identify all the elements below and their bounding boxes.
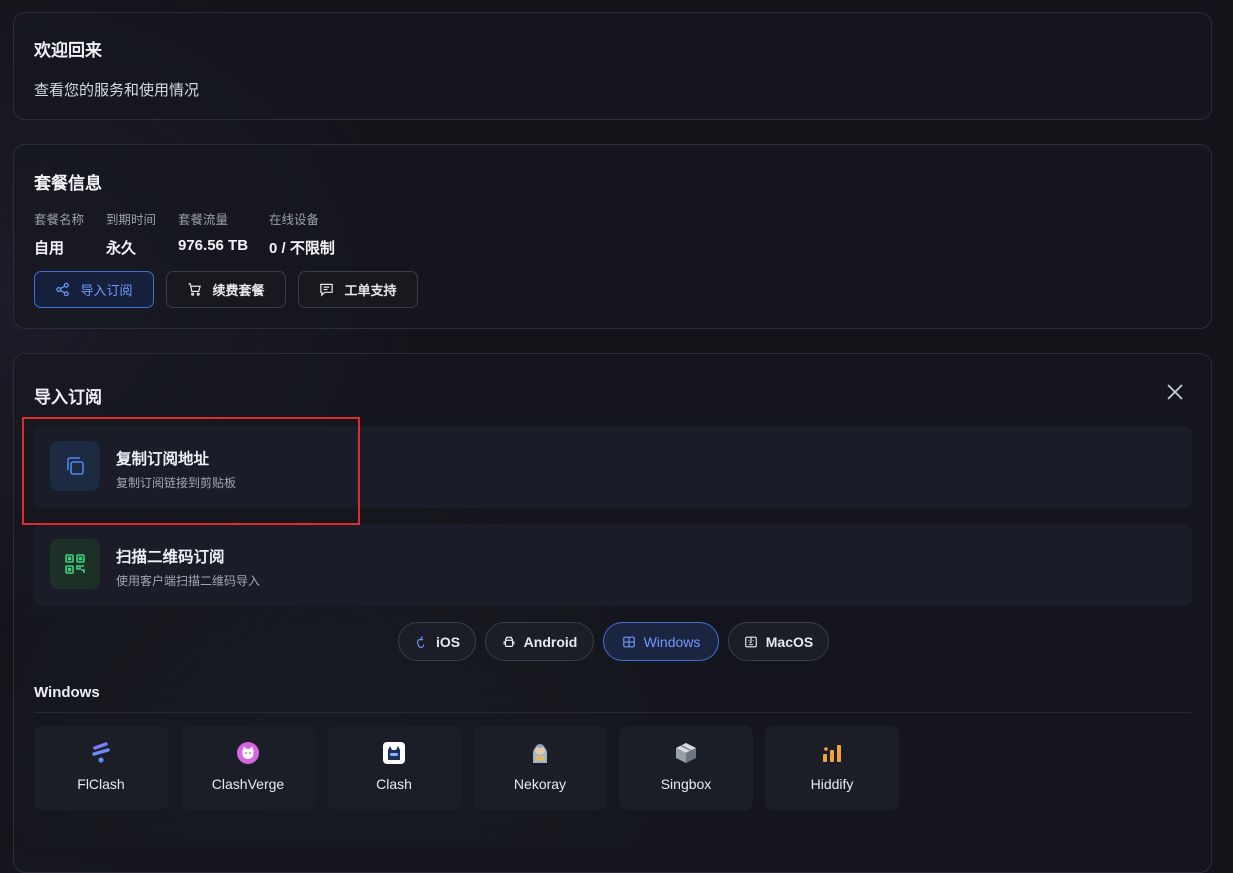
app-tile-nekoray[interactable]: Nekoray (473, 726, 607, 810)
welcome-subtitle: 查看您的服务和使用情况 (34, 82, 200, 99)
app-tile-hiddify[interactable]: Hiddify (765, 726, 899, 810)
pill-label: MacOS (765, 633, 814, 650)
app-tile-singbox[interactable]: Singbox (619, 726, 753, 810)
app-name: Nekoray (513, 776, 567, 792)
platform-section-label: Windows (34, 684, 100, 701)
app-tile-clashverge[interactable]: ClashVerge (181, 726, 315, 810)
welcome-card: 欢迎回来 查看您的服务和使用情况 (13, 12, 1212, 120)
welcome-title: 欢迎回来 (34, 41, 102, 60)
ticket-support-button[interactable]: 工单支持 (298, 271, 418, 308)
stat-label: 套餐流量 (178, 213, 229, 227)
singbox-icon (673, 740, 699, 766)
stat-value: 0 / 不限制 (269, 240, 335, 257)
stat-label: 到期时间 (106, 213, 157, 227)
button-label: 导入订阅 (80, 283, 133, 298)
stat-label: 在线设备 (269, 213, 320, 227)
clash-icon (381, 740, 407, 766)
flclash-icon (88, 740, 114, 766)
import-panel-title: 导入订阅 (34, 388, 102, 407)
qr-code-icon (50, 539, 100, 589)
hiddify-icon (819, 740, 845, 766)
pill-label: iOS (435, 633, 461, 650)
copy-icon (50, 441, 100, 491)
app-name: Singbox (660, 776, 712, 792)
plan-stat-expiry: 到期时间 永久 (106, 209, 156, 258)
option-description: 复制订阅链接到剪贴板 (116, 476, 237, 490)
share-icon (56, 282, 70, 297)
message-icon (320, 283, 334, 297)
platform-tab-ios[interactable]: iOS (398, 622, 476, 661)
plan-stat-devices: 在线设备 0 / 不限制 (269, 209, 335, 258)
scan-qr-option[interactable]: 扫描二维码订阅 使用客户端扫描二维码导入 (34, 524, 1192, 606)
copy-subscription-option[interactable]: 复制订阅地址 复制订阅链接到剪贴板 (34, 426, 1192, 508)
divider (34, 712, 1191, 713)
plan-title: 套餐信息 (34, 174, 102, 193)
app-name: FlClash (77, 776, 125, 792)
app-name: Clash (376, 776, 412, 792)
stat-value: 976.56 TB (178, 237, 249, 254)
app-name: ClashVerge (211, 776, 285, 792)
stat-label: 套餐名称 (34, 213, 85, 227)
nekoray-icon (527, 740, 553, 766)
pill-label: Windows (643, 633, 701, 650)
plan-info-card: 套餐信息 套餐名称 自用 到期时间 永久 套餐流量 976.56 TB 在线设备… (13, 144, 1212, 329)
plan-stat-traffic: 套餐流量 976.56 TB (178, 209, 248, 254)
plan-stat-name: 套餐名称 自用 (34, 209, 84, 258)
close-icon[interactable] (1165, 382, 1185, 402)
button-label: 续费套餐 (212, 283, 265, 298)
stat-value: 自用 (34, 240, 65, 257)
cart-icon (188, 283, 202, 296)
stat-value: 永久 (106, 240, 137, 257)
button-label: 工单支持 (344, 283, 397, 298)
clashverge-icon (235, 740, 261, 766)
import-subscription-button[interactable]: 导入订阅 (34, 271, 154, 308)
apple-icon (416, 635, 425, 648)
platform-tab-android[interactable]: Android (485, 622, 594, 661)
option-title: 复制订阅地址 (116, 451, 210, 468)
app-tile-flclash[interactable]: FlClash (34, 726, 168, 810)
app-name: Hiddify (810, 776, 854, 792)
app-tile-clash[interactable]: Clash (327, 726, 461, 810)
option-title: 扫描二维码订阅 (116, 549, 225, 566)
import-subscription-panel: 导入订阅 复制订阅地址 复制订阅链接到剪贴板 扫描二维码订阅 使用客户端扫描二维… (13, 353, 1212, 873)
android-icon (503, 635, 515, 647)
pill-label: Android (523, 633, 578, 650)
platform-tab-macos[interactable]: MacOS (728, 622, 829, 661)
option-description: 使用客户端扫描二维码导入 (116, 574, 261, 588)
platform-tab-windows[interactable]: Windows (603, 622, 719, 661)
windows-icon (622, 636, 635, 647)
renew-plan-button[interactable]: 续费套餐 (166, 271, 286, 308)
macos-icon (744, 636, 757, 647)
